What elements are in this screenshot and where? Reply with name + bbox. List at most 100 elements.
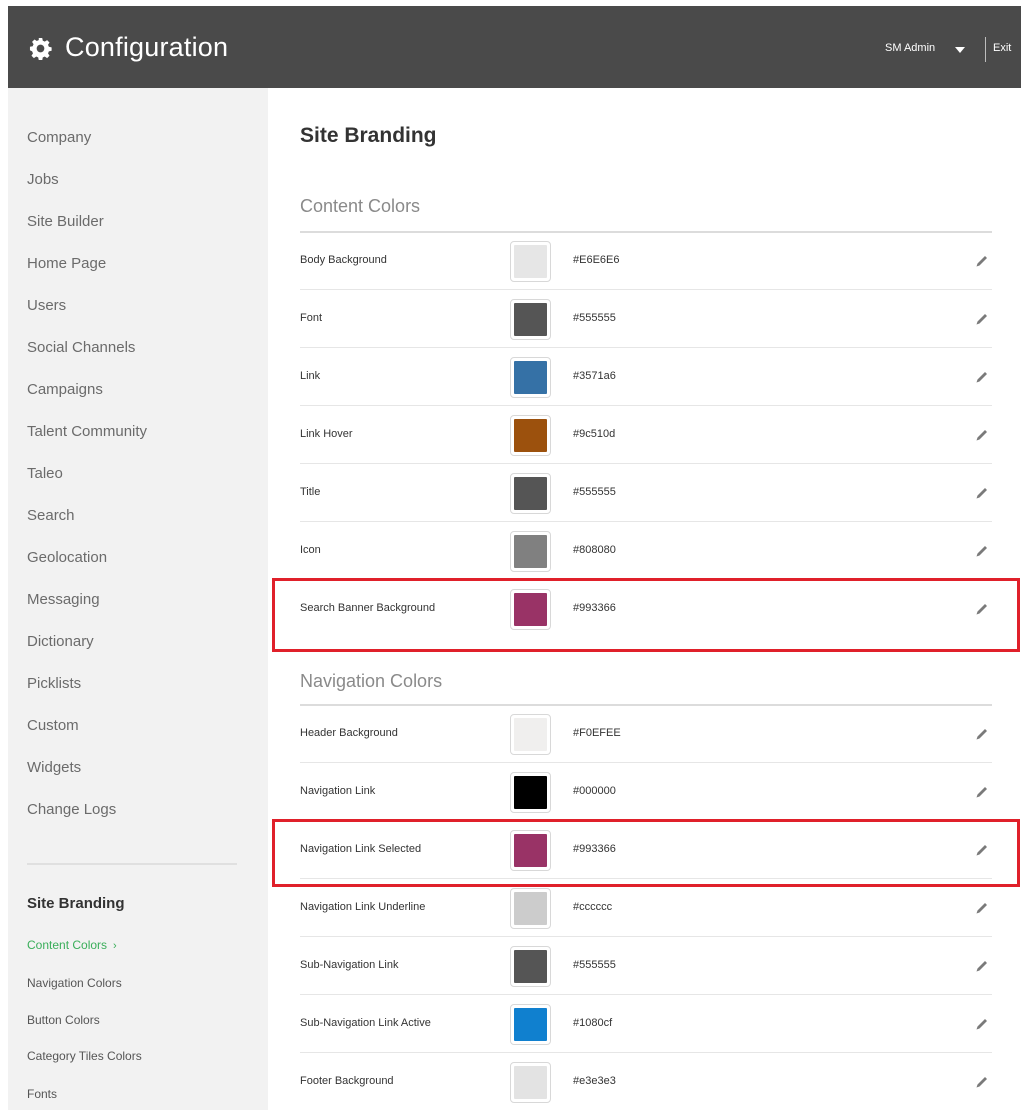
sidebar-subitem-button-colors[interactable]: Button Colors	[27, 1013, 100, 1027]
pencil-icon[interactable]	[974, 543, 990, 559]
chevron-right-icon: ›	[113, 940, 117, 952]
swatch-fill	[514, 303, 547, 336]
color-swatch[interactable]	[510, 241, 551, 282]
swatch-fill	[514, 535, 547, 568]
gear-icon	[29, 37, 52, 60]
sidebar-item-campaigns[interactable]: Campaigns	[27, 381, 103, 398]
pencil-icon[interactable]	[974, 958, 990, 974]
color-hex-value: #F0EFEE	[573, 727, 621, 739]
swatch-fill	[514, 245, 547, 278]
sidebar-item-messaging[interactable]: Messaging	[27, 591, 100, 608]
color-row-sub-navigation-link[interactable]: Sub-Navigation Link #555555	[300, 938, 992, 995]
color-hex-value: #E6E6E6	[573, 254, 620, 266]
color-hex-value: #3571a6	[573, 370, 616, 382]
sidebar-item-jobs[interactable]: Jobs	[27, 171, 59, 188]
page-title: Site Branding	[300, 124, 437, 147]
color-row-label: Navigation Link	[300, 785, 376, 797]
color-swatch[interactable]	[510, 473, 551, 514]
color-swatch[interactable]	[510, 888, 551, 929]
color-hex-value: #808080	[573, 544, 616, 556]
sidebar-item-company[interactable]: Company	[27, 129, 91, 146]
color-row-label: Link Hover	[300, 428, 353, 440]
color-swatch[interactable]	[510, 299, 551, 340]
pencil-icon[interactable]	[974, 369, 990, 385]
pencil-icon[interactable]	[974, 726, 990, 742]
color-row-label: Sub-Navigation Link Active	[300, 1017, 431, 1029]
swatch-fill	[514, 1008, 547, 1041]
color-row-label: Navigation Link Underline	[300, 901, 426, 913]
color-swatch[interactable]	[510, 714, 551, 755]
color-hex-value: #1080cf	[573, 1017, 613, 1029]
swatch-fill	[514, 892, 547, 925]
color-row-footer-background[interactable]: Footer Background #e3e3e3	[300, 1054, 992, 1110]
app-title: Configuration	[65, 32, 229, 62]
sidebar-subitem-category-tiles-colors[interactable]: Category Tiles Colors	[27, 1049, 142, 1063]
swatch-fill	[514, 419, 547, 452]
color-hex-value: #000000	[573, 785, 616, 797]
sidebar-subitem-navigation-colors[interactable]: Navigation Colors	[27, 976, 122, 990]
color-hex-value: #555555	[573, 312, 616, 324]
color-row-navigation-link[interactable]: Navigation Link #000000	[300, 764, 992, 821]
color-row-label: Footer Background	[300, 1075, 394, 1087]
color-row-label: Header Background	[300, 727, 398, 739]
color-row-navigation-link-underline[interactable]: Navigation Link Underline #cccccc	[300, 880, 992, 937]
pencil-icon[interactable]	[974, 900, 990, 916]
pencil-icon[interactable]	[974, 427, 990, 443]
sidebar-divider	[27, 863, 237, 865]
color-swatch[interactable]	[510, 531, 551, 572]
sidebar-subitem-content-colors[interactable]: Content Colors ›	[27, 938, 117, 952]
color-swatch[interactable]	[510, 1062, 551, 1103]
swatch-fill	[514, 477, 547, 510]
sidebar: Company Jobs Site Builder Home Page User…	[8, 88, 268, 1110]
pencil-icon[interactable]	[974, 485, 990, 501]
sidebar-item-site-builder[interactable]: Site Builder	[27, 213, 104, 230]
sidebar-item-users[interactable]: Users	[27, 297, 66, 314]
color-swatch[interactable]	[510, 357, 551, 398]
sidebar-item-custom[interactable]: Custom	[27, 717, 79, 734]
color-row-label: Icon	[300, 544, 321, 556]
sidebar-item-talent-community[interactable]: Talent Community	[27, 423, 147, 440]
highlight-box-navigation-link-selected	[272, 819, 1020, 887]
main-content: Site Branding Content Colors Body Backgr…	[300, 0, 1021, 1110]
color-row-header-background[interactable]: Header Background #F0EFEE	[300, 706, 992, 763]
color-row-body-background[interactable]: Body Background #E6E6E6	[300, 233, 992, 290]
highlight-box-search-banner	[272, 578, 1020, 652]
swatch-fill	[514, 776, 547, 809]
color-row-label: Title	[300, 486, 321, 498]
sidebar-item-picklists[interactable]: Picklists	[27, 675, 81, 692]
color-hex-value: #e3e3e3	[573, 1075, 616, 1087]
sidebar-item-search[interactable]: Search	[27, 507, 75, 524]
sidebar-item-geolocation[interactable]: Geolocation	[27, 549, 107, 566]
color-swatch[interactable]	[510, 1004, 551, 1045]
color-swatch[interactable]	[510, 772, 551, 813]
pencil-icon[interactable]	[974, 1016, 990, 1032]
sidebar-item-home-page[interactable]: Home Page	[27, 255, 106, 272]
pencil-icon[interactable]	[974, 784, 990, 800]
sidebar-item-taleo[interactable]: Taleo	[27, 465, 63, 482]
color-row-sub-navigation-link-active[interactable]: Sub-Navigation Link Active #1080cf	[300, 996, 992, 1053]
sidebar-item-social-channels[interactable]: Social Channels	[27, 339, 135, 356]
sidebar-item-change-logs[interactable]: Change Logs	[27, 801, 116, 818]
pencil-icon[interactable]	[974, 253, 990, 269]
sidebar-item-dictionary[interactable]: Dictionary	[27, 633, 94, 650]
color-row-label: Body Background	[300, 254, 387, 266]
swatch-fill	[514, 361, 547, 394]
section-title-content-colors: Content Colors	[300, 196, 421, 216]
color-row-link[interactable]: Link #3571a6	[300, 349, 992, 406]
color-row-title[interactable]: Title #555555	[300, 465, 992, 522]
color-swatch[interactable]	[510, 946, 551, 987]
color-row-link-hover[interactable]: Link Hover #9c510d	[300, 407, 992, 464]
swatch-fill	[514, 950, 547, 983]
pencil-icon[interactable]	[974, 311, 990, 327]
sidebar-item-widgets[interactable]: Widgets	[27, 759, 81, 776]
swatch-fill	[514, 1066, 547, 1099]
color-swatch[interactable]	[510, 415, 551, 456]
swatch-fill	[514, 718, 547, 751]
color-hex-value: #9c510d	[573, 428, 616, 440]
color-row-icon[interactable]: Icon #808080	[300, 523, 992, 580]
color-row-label: Sub-Navigation Link	[300, 959, 399, 971]
sidebar-subitem-fonts[interactable]: Fonts	[27, 1087, 57, 1101]
color-row-font[interactable]: Font #555555	[300, 291, 992, 348]
pencil-icon[interactable]	[974, 1074, 990, 1090]
color-row-label: Font	[300, 312, 323, 324]
